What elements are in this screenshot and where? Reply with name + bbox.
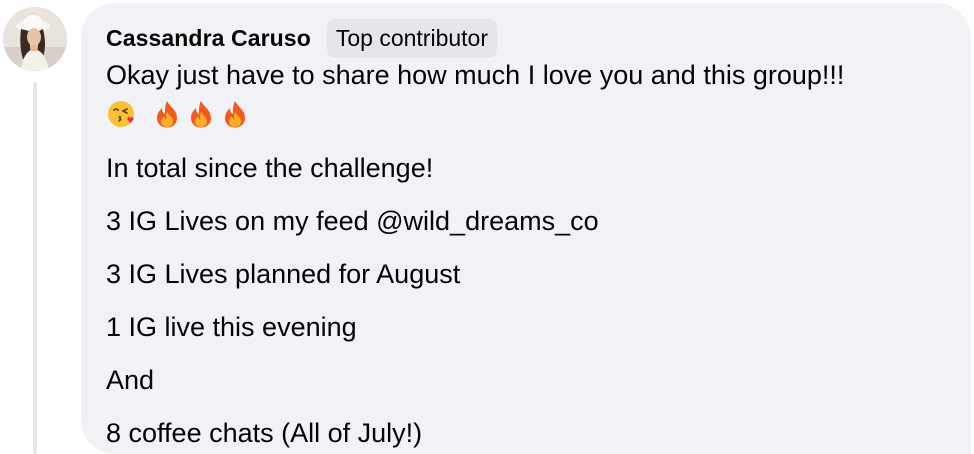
comment-body: Okay just have to share how much I love … bbox=[106, 58, 971, 450]
author-name[interactable]: Cassandra Caruso bbox=[106, 25, 311, 52]
comment-line-7: 8 coffee chats (All of July!) bbox=[106, 418, 423, 448]
avatar[interactable] bbox=[3, 7, 67, 71]
fire-icon bbox=[152, 99, 182, 129]
comment-line-6: And bbox=[106, 365, 155, 395]
comment-bubble: Cassandra Caruso Top contributor Okay ju… bbox=[81, 3, 971, 454]
face-blowing-kiss-icon bbox=[106, 99, 136, 129]
comment-line-1: Okay just have to share how much I love … bbox=[106, 60, 845, 90]
emoji-row bbox=[106, 96, 971, 132]
thread-connector-line bbox=[33, 82, 37, 454]
fire-icon bbox=[220, 99, 250, 129]
comment-line-3: 3 IG Lives on my feed @wild_dreams_co bbox=[106, 206, 599, 236]
comment-line-5: 1 IG live this evening bbox=[106, 312, 357, 342]
comment-line-2: In total since the challenge! bbox=[106, 153, 434, 183]
user-avatar-photo-icon bbox=[3, 7, 67, 71]
fire-icon bbox=[186, 99, 216, 129]
top-contributor-badge[interactable]: Top contributor bbox=[326, 18, 497, 58]
comment-header: Cassandra Caruso Top contributor bbox=[106, 18, 971, 58]
comment-thread: Cassandra Caruso Top contributor Okay ju… bbox=[0, 0, 974, 454]
comment-line-4: 3 IG Lives planned for August bbox=[106, 259, 461, 289]
